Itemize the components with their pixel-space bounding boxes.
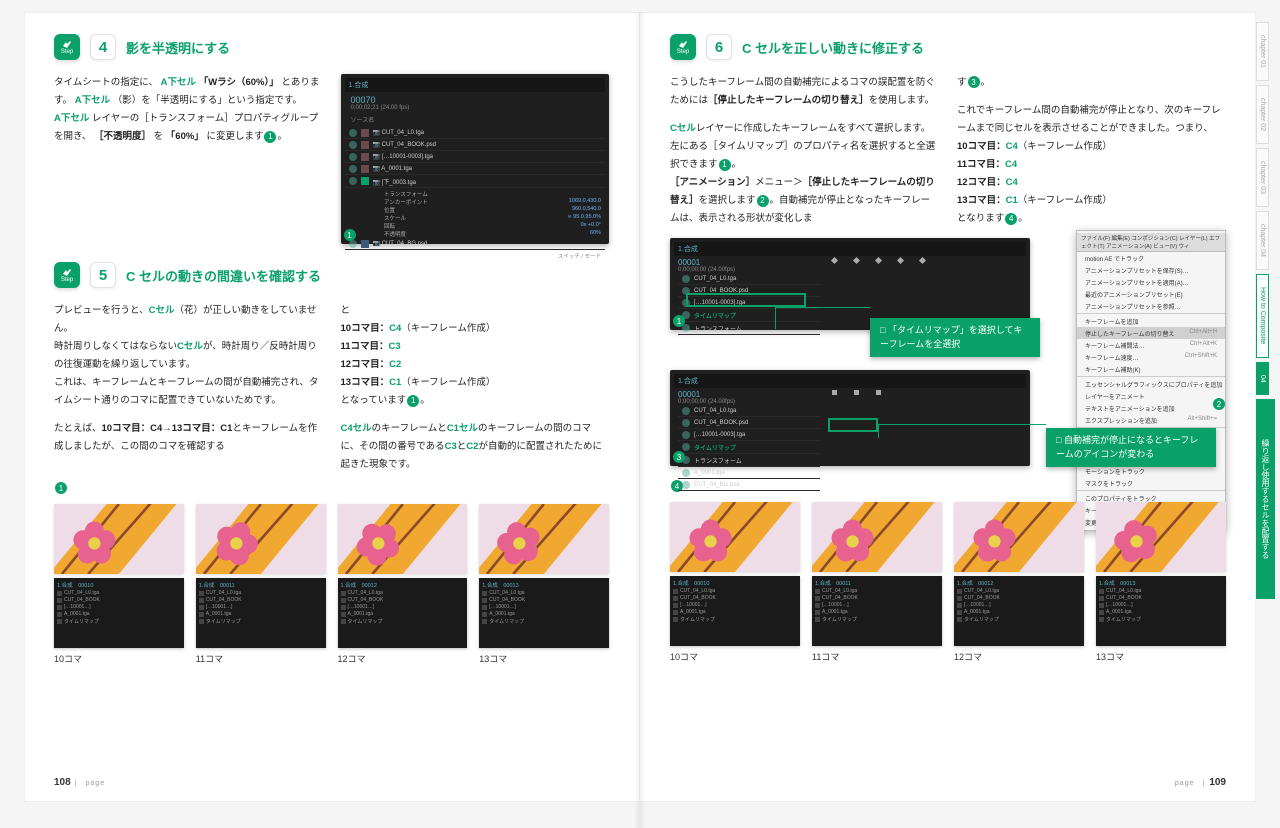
thumb-12コマ: 1.合成 00012CUT_04_L0.tgaCUT_04_BOOK[…1000… — [338, 504, 468, 665]
menu-item[interactable]: マスクをトラック — [1077, 477, 1225, 489]
menu-item[interactable]: キーフレーム速度…Ctrl+Shift+K — [1077, 351, 1225, 363]
marker-1-thumbs: 1 — [55, 482, 67, 494]
step4-number: 4 — [90, 34, 116, 60]
menu-item[interactable]: 停止したキーフレームの切り替えCtrl+Alt+H — [1077, 327, 1225, 339]
page-number-left: 108|page — [54, 777, 109, 788]
step6-header: Step 6 C セルを正しい動きに修正する — [670, 34, 1226, 60]
step6-screenshots: 1.合成 00001 0;00;00;00 (24.00fps) CUT_04_… — [670, 238, 1226, 466]
tab-ch1[interactable]: chapter 01 — [1256, 22, 1269, 81]
step5-header: Step 5 C セルの動きの間違いを確認する — [54, 262, 609, 288]
tab-composite[interactable]: How to Composite — [1256, 274, 1269, 357]
thumb-10コマ: 1.合成 00010CUT_04_L0.tgaCUT_04_BOOK[…1000… — [670, 502, 800, 663]
step5-number: 5 — [90, 262, 116, 288]
highlight-keyframes — [828, 418, 878, 432]
step6-content: こうしたキーフレーム間の自動補完によるコマの誤配置を防ぐためには［停止したキーフ… — [670, 74, 1226, 228]
tab-section-num[interactable]: 04 — [1256, 362, 1269, 396]
ae-panel-step4: 1.合成 00070 0;00;02;21 (24.00 fps) ソース名 📷… — [341, 74, 610, 244]
thumb-13コマ: 1.合成 00013CUT_04_L0.tgaCUT_04_BOOK[…1000… — [1096, 502, 1226, 663]
thumbnail-row-left: 1.合成 00010CUT_04_L0.tgaCUT_04_BOOK[…1000… — [54, 504, 609, 665]
menu-item[interactable]: 最近のアニメーションプリセット(E) — [1077, 288, 1225, 300]
step5-content: プレビューを行うと、Cセル（花）が正しい動きをしていません。 時計周りしなくては… — [54, 302, 609, 474]
menu-item[interactable]: エクスプレッションを追加Alt+Shift+= — [1077, 414, 1225, 426]
menu-item[interactable]: アニメーションプリセットを参照… — [1077, 300, 1225, 312]
ae-panel-2: 1.合成 00001 0;00;00;00 (24.00fps) CUT_04_… — [670, 370, 1030, 466]
menu-item[interactable]: テキストをアニメーションを追加 — [1077, 402, 1225, 414]
book-spread: Step 4 影を半透明にする タイムシートの指定に、 A下セル 「Wラシ（60… — [24, 12, 1256, 802]
context-menu: ファイル(F) 編集(E) コンポジション(C) レイヤー(L) エフェクト(T… — [1076, 230, 1226, 531]
tab-ch4[interactable]: chapter 04 — [1256, 211, 1269, 270]
callout-2: 自動補完が停止になるとキーフレームのアイコンが変わる — [1046, 428, 1216, 467]
menu-item[interactable]: キーフレームを追加 — [1077, 315, 1225, 327]
page-right: Step 6 C セルを正しい動きに修正する こうしたキーフレーム間の自動補完に… — [640, 12, 1256, 802]
thumb-10コマ: 1.合成 00010CUT_04_L0.tgaCUT_04_BOOK[…1000… — [54, 504, 184, 665]
step6-title: C セルを正しい動きに修正する — [742, 38, 924, 57]
menu-item[interactable]: キーフレーム補助(K) — [1077, 363, 1225, 375]
thumb-11コマ: 1.合成 00011CUT_04_L0.tgaCUT_04_BOOK[…1000… — [196, 504, 326, 665]
menu-item[interactable]: エッセンシャルグラフィックスにプロパティを追加 — [1077, 378, 1225, 390]
menu-item[interactable]: レイヤーをアニメート — [1077, 390, 1225, 402]
menu-item[interactable]: アニメーションプリセットを適用(A)… — [1077, 276, 1225, 288]
marker-1: 1 — [264, 131, 276, 143]
step6-number: 6 — [706, 34, 732, 60]
page-left: Step 4 影を半透明にする タイムシートの指定に、 A下セル 「Wラシ（60… — [24, 12, 640, 802]
menu-item[interactable]: motion AE でトラック — [1077, 252, 1225, 264]
thumbnail-row-right: 1.合成 00010CUT_04_L0.tgaCUT_04_BOOK[…1000… — [670, 502, 1226, 663]
step-badge-icon: Step — [54, 34, 80, 60]
highlight-time-remap — [686, 293, 806, 307]
tab-ch3[interactable]: chapter 03 — [1256, 148, 1269, 207]
step4-content: タイムシートの指定に、 A下セル 「Wラシ（60%）」 とあります。 A下セル … — [54, 74, 609, 244]
tab-section-title[interactable]: 繰り返し使用するセルを配置する — [1256, 399, 1275, 599]
page-number-right: page|109 — [1171, 777, 1226, 788]
chapter-tabs: chapter 01 chapter 02 chapter 03 chapter… — [1256, 22, 1280, 812]
tab-ch2[interactable]: chapter 02 — [1256, 85, 1269, 144]
thumb-11コマ: 1.合成 00011CUT_04_L0.tgaCUT_04_BOOK[…1000… — [812, 502, 942, 663]
marker-1-on-image: 1 — [344, 229, 356, 241]
callout-1: 「タイムリマップ」を選択してキーフレームを全選択 — [870, 318, 1040, 357]
step4-header: Step 4 影を半透明にする — [54, 34, 609, 60]
ae-panel-1: 1.合成 00001 0;00;00;00 (24.00fps) CUT_04_… — [670, 238, 1030, 330]
step5-title: C セルの動きの間違いを確認する — [126, 266, 321, 285]
menu-item[interactable]: キーフレーム補間法…Ctrl+Alt+K — [1077, 339, 1225, 351]
step-badge-icon: Step — [670, 34, 696, 60]
thumb-12コマ: 1.合成 00012CUT_04_L0.tgaCUT_04_BOOK[…1000… — [954, 502, 1084, 663]
step4-title: 影を半透明にする — [126, 38, 230, 57]
step-badge-icon: Step — [54, 262, 80, 288]
thumb-13コマ: 1.合成 00013CUT_04_L0.tgaCUT_04_BOOK[…1000… — [479, 504, 609, 665]
menu-item[interactable]: アニメーションプリセットを保存(S)… — [1077, 264, 1225, 276]
